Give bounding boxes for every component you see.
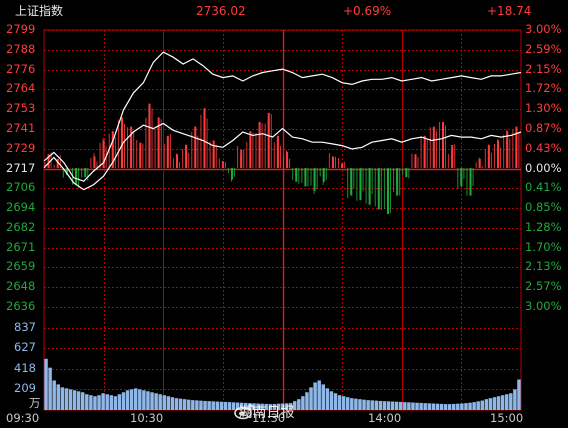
y-tick-left: 2741: [6, 120, 36, 135]
y-tick-left: 2706: [6, 180, 36, 195]
y-tick-right: 1.72%: [525, 81, 562, 96]
y-tick-left: 2648: [6, 279, 36, 294]
x-tick: 09:30: [6, 411, 40, 425]
volume-tick: 209: [14, 381, 36, 396]
y-tick-right: 0.87%: [525, 120, 562, 135]
y-tick-right: 1.28%: [525, 219, 562, 234]
y-tick-left: 2799: [6, 22, 36, 36]
y-tick-left: 2764: [6, 81, 36, 96]
y-tick-right: 0.41%: [525, 180, 562, 195]
y-tick-right: 3.00%: [525, 299, 562, 313]
volume-tick: 418: [14, 360, 36, 375]
y-tick-left: 2671: [6, 239, 36, 254]
y-tick-left: 2682: [6, 219, 36, 234]
volume-tick: 837: [14, 319, 36, 334]
x-tick: 14:00: [368, 411, 402, 425]
watermark: 湖南日报: [234, 402, 294, 424]
y-tick-left: 2659: [6, 259, 36, 274]
y-tick-left: 2729: [6, 140, 36, 155]
y-tick-right: 2.57%: [525, 279, 562, 294]
x-tick: 15:00: [490, 411, 524, 425]
y-tick-left: 2753: [6, 101, 36, 116]
y-tick-right: 3.00%: [525, 22, 562, 36]
y-tick-left: 2717: [6, 160, 36, 175]
y-tick-right: 0.43%: [525, 140, 562, 155]
y-tick-left: 2776: [6, 61, 36, 76]
y-tick-right: 0.00%: [525, 160, 562, 175]
chart-frame: [43, 29, 522, 411]
y-tick-right: 2.13%: [525, 259, 562, 274]
y-tick-right: 1.70%: [525, 239, 562, 254]
y-tick-left: 2636: [6, 299, 36, 313]
volume-unit: 万: [29, 396, 41, 410]
y-tick-left: 2694: [6, 200, 36, 215]
y-tick-right: 2.59%: [525, 41, 562, 56]
x-tick: 10:30: [130, 411, 164, 425]
volume-tick: 627: [14, 340, 36, 355]
intraday-chart: [43, 29, 522, 411]
y-tick-right: 1.30%: [525, 101, 562, 116]
y-tick-right: 0.85%: [525, 200, 562, 215]
y-tick-left: 2788: [6, 41, 36, 56]
y-tick-right: 2.15%: [525, 61, 562, 76]
